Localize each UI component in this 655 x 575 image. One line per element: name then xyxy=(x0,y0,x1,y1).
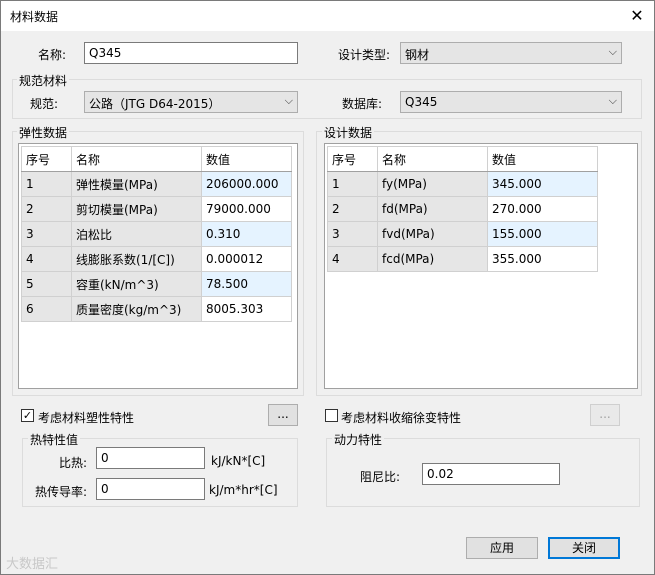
row-value-cell[interactable]: 0.310 xyxy=(201,221,292,247)
col-header-name[interactable]: 名称 xyxy=(71,146,202,172)
row-name-cell: 弹性模量(MPa) xyxy=(71,171,202,197)
elastic-table[interactable]: 序号 名称 数值 1 弹性模量(MPa) 206000.000 2 剪切模量(MPa) 7… xyxy=(18,143,298,389)
plastic-label: 考虑材料塑性特性 xyxy=(38,411,135,425)
spec-select[interactable]: 公路（JTG D64-2015） ⌵ xyxy=(84,91,298,113)
row-name-cell: 线膨胀系数(1/[C]) xyxy=(71,246,202,272)
design-type-select[interactable]: 钢材 ⌵ xyxy=(400,42,622,64)
row-value-cell[interactable]: 0.000012 xyxy=(201,246,292,272)
design-group-title: 设计数据 xyxy=(322,124,375,141)
table-row[interactable]: 4 fcd(MPa) 355.000 xyxy=(327,246,598,272)
row-value-cell[interactable]: 78.500 xyxy=(201,271,292,297)
chevron-down-icon: ⌵ xyxy=(608,94,617,107)
design-type-value: 钢材 xyxy=(405,48,430,62)
window-title: 材料数据 xyxy=(10,10,59,24)
apply-button[interactable]: 应用 xyxy=(466,537,538,559)
row-value-cell[interactable]: 355.000 xyxy=(487,246,598,272)
col-header-index[interactable]: 序号 xyxy=(327,146,378,172)
row-value-cell[interactable]: 8005.303 xyxy=(201,296,292,322)
col-header-name[interactable]: 名称 xyxy=(377,146,488,172)
row-name-cell: 泊松比 xyxy=(71,221,202,247)
elastic-group-title: 弹性数据 xyxy=(17,124,70,141)
conductivity-label: 热传导率: xyxy=(35,485,88,499)
plastic-settings-button[interactable]: ... xyxy=(268,404,298,426)
dynamic-group-title: 动力特性 xyxy=(332,431,385,448)
row-name-cell: fy(MPa) xyxy=(377,171,488,197)
design-table[interactable]: 序号 名称 数值 1 fy(MPa) 345.000 2 fd(MPa) 270.000 3… xyxy=(324,143,638,389)
plastic-checkbox[interactable]: ✓ xyxy=(21,409,34,422)
row-index-cell: 4 xyxy=(21,246,72,272)
database-select[interactable]: Q345 ⌵ xyxy=(400,91,622,113)
col-header-value[interactable]: 数值 xyxy=(487,146,598,172)
row-value-cell[interactable]: 206000.000 xyxy=(201,171,292,197)
table-row[interactable]: 3 泊松比 0.310 xyxy=(21,221,292,247)
table-row[interactable]: 5 容重(kN/m^3) 78.500 xyxy=(21,271,292,297)
database-label: 数据库: xyxy=(342,97,383,111)
specific-heat-label: 比热: xyxy=(59,456,88,470)
row-index-cell: 5 xyxy=(21,271,72,297)
row-index-cell: 3 xyxy=(21,221,72,247)
design-type-label: 设计类型: xyxy=(338,48,391,62)
row-index-cell: 1 xyxy=(21,171,72,197)
spec-group-title: 规范材料 xyxy=(17,72,70,89)
chevron-down-icon: ⌵ xyxy=(608,45,617,58)
row-name-cell: 容重(kN/m^3) xyxy=(71,271,202,297)
close-button[interactable]: 关闭 xyxy=(548,537,620,559)
damping-label: 阻尼比: xyxy=(360,470,401,484)
name-input[interactable]: Q345 xyxy=(84,42,298,64)
specific-heat-input[interactable]: 0 xyxy=(96,447,205,469)
database-value: Q345 xyxy=(405,95,438,109)
spec-label: 规范: xyxy=(30,97,59,111)
conductivity-input[interactable]: 0 xyxy=(96,478,205,500)
creep-checkbox[interactable] xyxy=(325,409,338,422)
table-row[interactable]: 3 fvd(MPa) 155.000 xyxy=(327,221,598,247)
thermal-group-title: 热特性值 xyxy=(28,431,81,448)
col-header-index[interactable]: 序号 xyxy=(21,146,72,172)
creep-label: 考虑材料收缩徐变特性 xyxy=(341,411,462,425)
col-header-value[interactable]: 数值 xyxy=(201,146,292,172)
row-index-cell: 3 xyxy=(327,221,378,247)
chevron-down-icon: ⌵ xyxy=(284,94,293,107)
row-index-cell: 6 xyxy=(21,296,72,322)
row-value-cell[interactable]: 155.000 xyxy=(487,221,598,247)
conductivity-unit: kJ/m*hr*[C] xyxy=(209,483,278,497)
row-index-cell: 1 xyxy=(327,171,378,197)
row-index-cell: 4 xyxy=(327,246,378,272)
row-value-cell[interactable]: 270.000 xyxy=(487,196,598,222)
row-name-cell: fcd(MPa) xyxy=(377,246,488,272)
table-row[interactable]: 2 fd(MPa) 270.000 xyxy=(327,196,598,222)
table-row[interactable]: 4 线膨胀系数(1/[C]) 0.000012 xyxy=(21,246,292,272)
watermark: 大数据汇 xyxy=(6,557,59,572)
title-bar: 材料数据 ✕ xyxy=(1,1,654,31)
row-name-cell: 剪切模量(MPa) xyxy=(71,196,202,222)
table-row[interactable]: 1 弹性模量(MPa) 206000.000 xyxy=(21,171,292,197)
row-name-cell: fd(MPa) xyxy=(377,196,488,222)
row-value-cell[interactable]: 345.000 xyxy=(487,171,598,197)
table-row[interactable]: 6 质量密度(kg/m^3) 8005.303 xyxy=(21,296,292,322)
specific-heat-unit: kJ/kN*[C] xyxy=(211,454,266,468)
table-row[interactable]: 2 剪切模量(MPa) 79000.000 xyxy=(21,196,292,222)
row-name-cell: fvd(MPa) xyxy=(377,221,488,247)
spec-value: 公路（JTG D64-2015） xyxy=(89,97,221,111)
close-icon[interactable]: ✕ xyxy=(623,3,651,29)
table-row[interactable]: 1 fy(MPa) 345.000 xyxy=(327,171,598,197)
creep-settings-button[interactable]: ... xyxy=(590,404,620,426)
row-index-cell: 2 xyxy=(21,196,72,222)
row-value-cell[interactable]: 79000.000 xyxy=(201,196,292,222)
row-index-cell: 2 xyxy=(327,196,378,222)
name-label: 名称: xyxy=(38,48,67,62)
damping-input[interactable]: 0.02 xyxy=(422,463,560,485)
row-name-cell: 质量密度(kg/m^3) xyxy=(71,296,202,322)
